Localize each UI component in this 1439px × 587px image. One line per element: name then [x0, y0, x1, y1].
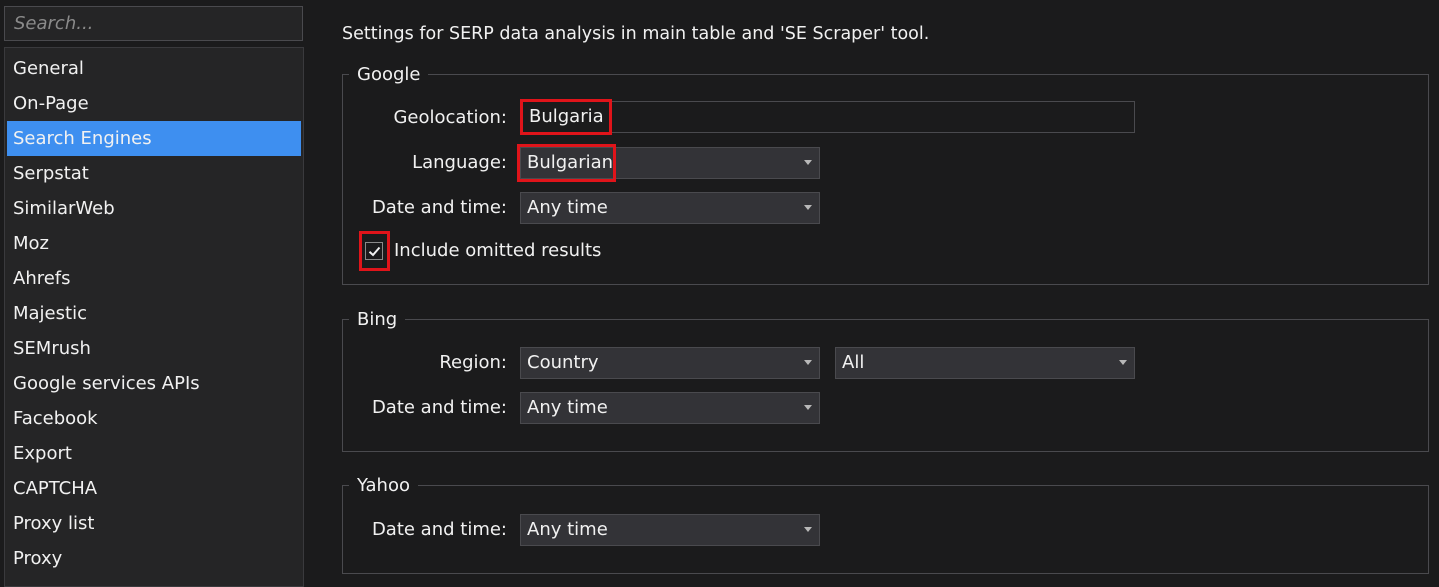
yahoo-datetime-value: Any time [527, 519, 608, 540]
language-value: Bulgarian [527, 152, 614, 173]
search-input[interactable] [4, 6, 303, 41]
region-scope-value: All [842, 352, 865, 373]
geolocation-label: Geolocation: [393, 107, 507, 128]
yahoo-group-title: Yahoo [357, 475, 410, 496]
page-description: Settings for SERP data analysis in main … [342, 24, 930, 44]
google-datetime-label: Date and time: [371, 197, 507, 218]
sidebar-item-proxy-list[interactable]: Proxy list [5, 506, 303, 541]
language-dropdown[interactable]: Bulgarian [520, 147, 820, 179]
settings-nav-panel: General On-Page Search Engines Serpstat Simi… [4, 47, 304, 587]
sidebar-item-proxy[interactable]: Proxy [5, 541, 303, 576]
yahoo-datetime-label: Date and time: [371, 519, 507, 540]
checkmark-icon [368, 246, 381, 257]
chevron-down-icon [804, 527, 812, 532]
sidebar-item-general[interactable]: General [5, 51, 303, 86]
sidebar-item-facebook[interactable]: Facebook [5, 401, 303, 436]
sidebar-item-majestic[interactable]: Majestic [5, 296, 303, 331]
region-dropdown[interactable]: Country [520, 347, 820, 379]
region-label: Region: [439, 352, 507, 373]
bing-datetime-dropdown[interactable]: Any time [520, 392, 820, 424]
bing-datetime-label: Date and time: [371, 397, 507, 418]
sidebar-item-captcha[interactable]: CAPTCHA [5, 471, 303, 506]
chevron-down-icon [804, 160, 812, 165]
sidebar-item-semrush[interactable]: SEMrush [5, 331, 303, 366]
bing-group: Bing [342, 309, 1429, 452]
chevron-down-icon [804, 405, 812, 410]
sidebar-item-on-page[interactable]: On-Page [5, 86, 303, 121]
google-datetime-dropdown[interactable]: Any time [520, 192, 820, 224]
sidebar-item-export[interactable]: Export [5, 436, 303, 471]
include-omitted-checkbox[interactable] [365, 242, 383, 260]
region-value: Country [527, 352, 599, 373]
bing-datetime-value: Any time [527, 397, 608, 418]
google-group-title: Google [357, 64, 421, 85]
sidebar-item-google-services-apis[interactable]: Google services APIs [5, 366, 303, 401]
settings-main-panel: Settings for SERP data analysis in main … [306, 0, 1439, 580]
sidebar-item-search-engines[interactable]: Search Engines [7, 121, 301, 156]
sidebar-item-ahrefs[interactable]: Ahrefs [5, 261, 303, 296]
chevron-down-icon [804, 360, 812, 365]
bing-group-title: Bing [357, 309, 398, 330]
google-datetime-value: Any time [527, 197, 608, 218]
settings-sidebar: GeneralOn-PageSearch EnginesSerpstatSimi… [0, 0, 306, 587]
include-omitted-label[interactable]: Include omitted results [394, 240, 601, 261]
yahoo-datetime-dropdown[interactable]: Any time [520, 514, 820, 546]
sidebar-item-moz[interactable]: Moz [5, 226, 303, 261]
sidebar-item-serpstat[interactable]: Serpstat [5, 156, 303, 191]
region-scope-dropdown[interactable]: All [835, 347, 1135, 379]
language-label: Language: [412, 152, 507, 173]
settings-nav-list: General On-Page Search Engines Serpstat Simi… [5, 48, 303, 576]
chevron-down-icon [804, 205, 812, 210]
geolocation-field[interactable]: Bulgaria [520, 101, 1135, 133]
sidebar-item-similarweb[interactable]: SimilarWeb [5, 191, 303, 226]
chevron-down-icon [1119, 360, 1127, 365]
